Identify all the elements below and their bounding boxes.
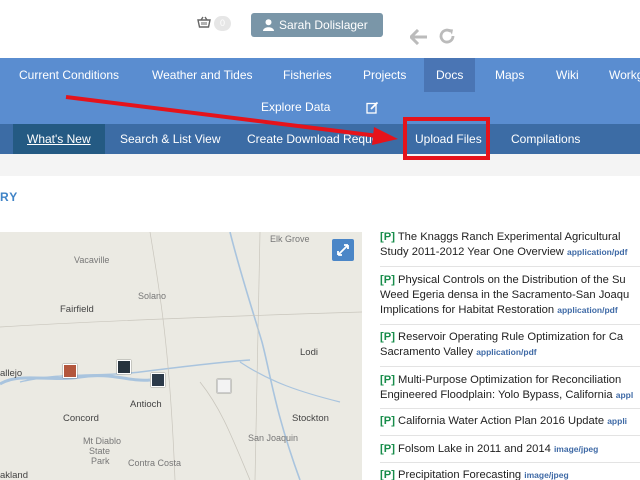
map-panel[interactable]: Elk Grove Vacaville Solano Fairfield Lod… xyxy=(0,232,362,480)
basket-count-badge: 0 xyxy=(214,16,231,31)
map-marker[interactable] xyxy=(217,379,231,393)
refresh-icon[interactable] xyxy=(438,27,456,45)
document-item[interactable]: [P] Physical Controls on the Distributio… xyxy=(380,273,640,318)
document-item[interactable]: [P] Reservoir Operating Rule Optimizatio… xyxy=(380,330,640,360)
map-label: Stockton xyxy=(292,413,329,424)
document-item[interactable]: [P] California Water Action Plan 2016 Up… xyxy=(380,414,640,429)
nav-workgroups[interactable]: Workg xyxy=(609,58,640,92)
divider xyxy=(380,435,640,436)
document-item[interactable]: [P] Precipitation Forecasting image/jpeg xyxy=(380,468,640,480)
top-bar: 0 Sarah Dolislager xyxy=(0,0,640,58)
back-arrow-icon[interactable] xyxy=(410,29,428,45)
main-nav: Current Conditions Weather and Tides Fis… xyxy=(0,58,640,124)
user-icon xyxy=(263,19,274,31)
subnav-create-download-request[interactable]: Create Download Reque xyxy=(247,124,378,154)
map-label: Contra Costa xyxy=(128,458,182,468)
basket-button[interactable]: 0 xyxy=(197,15,235,33)
nav-explore-data[interactable]: Explore Data xyxy=(261,100,330,114)
nav-weather-and-tides[interactable]: Weather and Tides xyxy=(152,58,253,92)
map-label: San Joaquin xyxy=(248,433,299,443)
map-marker[interactable] xyxy=(151,373,165,387)
map-label: Lodi xyxy=(300,347,318,358)
map-label: Park xyxy=(91,456,110,466)
map-label: Fairfield xyxy=(60,304,94,315)
basket-icon xyxy=(197,16,211,28)
map-marker[interactable] xyxy=(63,364,77,378)
nav-docs[interactable]: Docs xyxy=(424,58,476,92)
nav-maps[interactable]: Maps xyxy=(495,58,524,92)
map-label: Concord xyxy=(63,413,99,424)
divider xyxy=(380,408,640,409)
nav-current-conditions[interactable]: Current Conditions xyxy=(19,58,119,92)
subnav-whats-new[interactable]: What's New xyxy=(13,124,105,154)
nav-wiki[interactable]: Wiki xyxy=(556,58,579,92)
divider xyxy=(380,266,640,267)
divider xyxy=(380,462,640,463)
history-controls xyxy=(410,27,462,50)
map-label: State xyxy=(89,446,111,456)
map-expand-button[interactable] xyxy=(332,239,354,261)
map-label: akland xyxy=(0,470,28,480)
document-item[interactable]: [P] The Knaggs Ranch Experimental Agricu… xyxy=(380,230,640,260)
sub-nav: What's New Search & List View Create Dow… xyxy=(0,124,640,161)
document-item[interactable]: [P] Folsom Lake in 2011 and 2014 image/j… xyxy=(380,442,640,457)
nav-projects[interactable]: Projects xyxy=(363,58,406,92)
user-menu-button[interactable]: Sarah Dolislager xyxy=(251,13,383,37)
edit-icon[interactable] xyxy=(366,101,379,114)
content-top-strip xyxy=(0,154,640,176)
map-label: Mt Diablo xyxy=(83,436,122,446)
map-label: Elk Grove xyxy=(270,234,310,244)
map-marker[interactable] xyxy=(117,360,131,374)
nav-fisheries[interactable]: Fisheries xyxy=(283,58,332,92)
subnav-compilations[interactable]: Compilations xyxy=(511,124,580,154)
map-label: Vacaville xyxy=(74,255,110,265)
section-title: RY xyxy=(0,190,19,204)
user-name: Sarah Dolislager xyxy=(279,18,368,32)
document-item[interactable]: [P] Multi-Purpose Optimization for Recon… xyxy=(380,373,640,403)
divider xyxy=(380,324,640,325)
map-label: Solano xyxy=(138,291,167,301)
expand-icon xyxy=(337,244,349,256)
annotation-highlight-box xyxy=(403,117,490,160)
divider xyxy=(380,366,640,367)
subnav-search-list-view[interactable]: Search & List View xyxy=(120,124,221,154)
map-label: Antioch xyxy=(130,399,162,410)
map-label: allejo xyxy=(0,368,23,379)
